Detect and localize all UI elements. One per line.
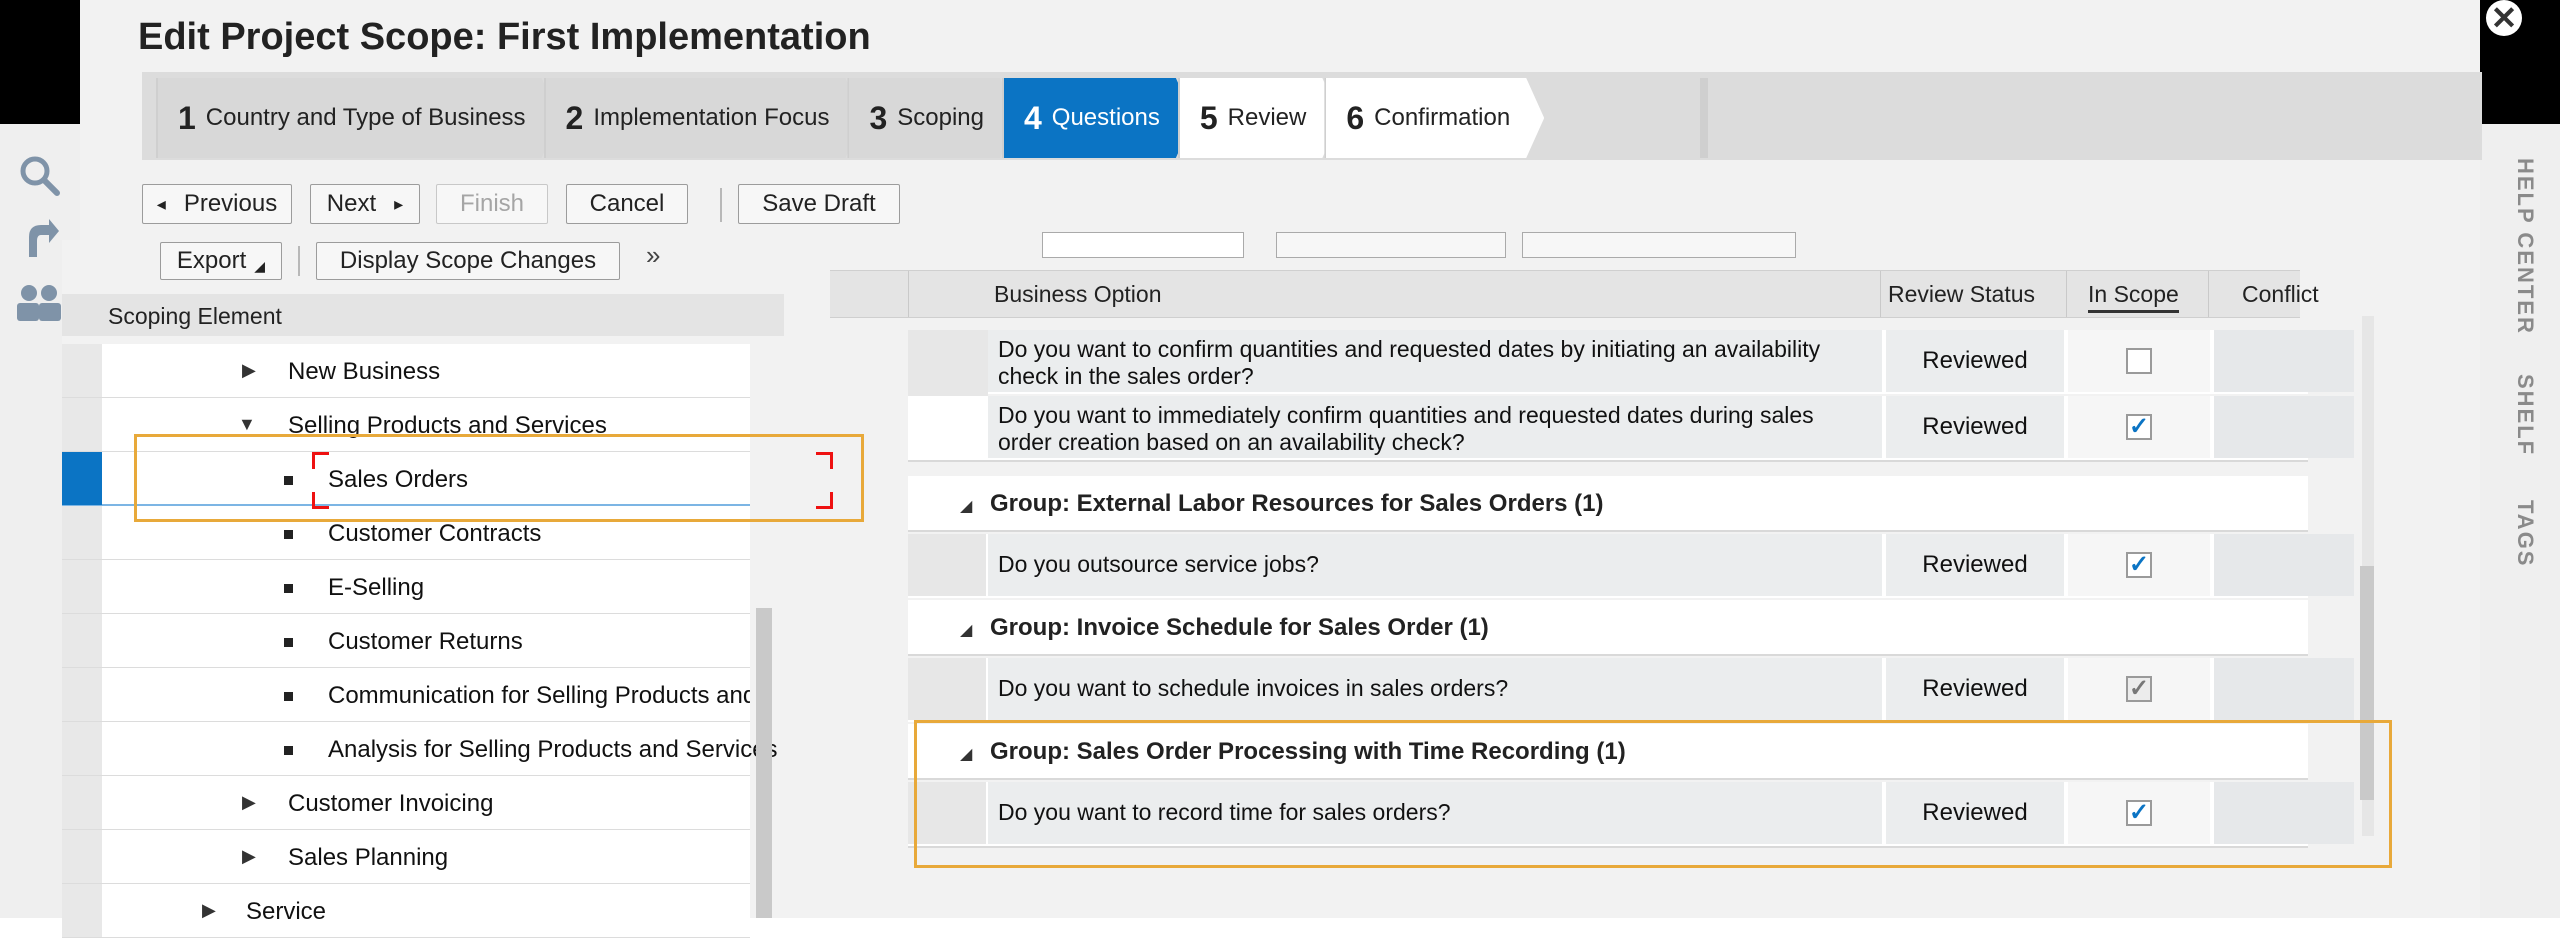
bullet-icon	[284, 746, 293, 755]
filter-button-2[interactable]	[1522, 232, 1796, 258]
chevron-right-icon: ▸	[394, 193, 404, 214]
tree-row-selling-products[interactable]: ▼ Selling Products and Services	[62, 398, 750, 452]
review-status: Reviewed	[1886, 658, 2064, 720]
chevron-left-icon: ◂	[156, 193, 166, 214]
focus-corner	[312, 492, 329, 509]
tree-scrollbar[interactable]	[756, 608, 772, 918]
bullet-icon	[284, 530, 293, 539]
group-row[interactable]: ◢ Group: External Labor Resources for Sa…	[908, 476, 2308, 532]
shelf-tab[interactable]: SHELF	[2512, 374, 2538, 456]
column-conflict[interactable]: Conflict	[2242, 281, 2319, 308]
caret-right-icon[interactable]: ▶	[242, 792, 256, 813]
in-scope-checkbox[interactable]: ✓	[2126, 552, 2152, 578]
dialog-title: Edit Project Scope: First Implementation	[138, 16, 871, 58]
group-row[interactable]: ◢ Group: Invoice Schedule for Sales Orde…	[908, 600, 2308, 656]
review-status: Reviewed	[1886, 534, 2064, 596]
caret-right-icon[interactable]: ▶	[242, 846, 256, 867]
display-filter-dropdown[interactable]	[1042, 232, 1244, 258]
collapse-panel-button[interactable]: »	[646, 240, 660, 271]
users-icon[interactable]	[14, 278, 64, 328]
tree-toolbar-separator	[298, 246, 300, 276]
step-label: Review	[1227, 104, 1307, 131]
column-review-status[interactable]: Review Status	[1888, 281, 2035, 308]
tree-row-e-selling[interactable]: E-Selling	[62, 560, 750, 614]
tree-row-sales-planning[interactable]: ▶ Sales Planning	[62, 830, 750, 884]
conflict-cell	[2214, 396, 2354, 458]
conflict-cell	[2214, 330, 2354, 392]
close-icon[interactable]: ✕	[2486, 0, 2522, 36]
pointer-icon[interactable]	[14, 214, 64, 264]
export-button[interactable]: Export ◢	[160, 242, 282, 280]
tags-tab[interactable]: TAGS	[2512, 500, 2538, 567]
in-scope-checkbox[interactable]: ✓	[2126, 414, 2152, 440]
search-icon[interactable]	[14, 150, 64, 200]
tree-row-customer-invoicing[interactable]: ▶ Customer Invoicing	[62, 776, 750, 830]
roadmap-step-3[interactable]: 3 Scoping	[847, 78, 1018, 158]
bullet-icon	[284, 638, 293, 647]
caret-right-icon[interactable]: ▶	[242, 360, 256, 381]
collapse-triangle-icon[interactable]: ◢	[960, 744, 972, 764]
roadmap-step-4[interactable]: 4 Questions	[1002, 78, 1194, 158]
bullet-icon	[284, 692, 293, 701]
in-scope-checkbox[interactable]: ✓	[2126, 676, 2152, 702]
caret-down-icon[interactable]: ▼	[238, 414, 256, 435]
roadmap-step-6[interactable]: 6 Confirmation	[1324, 78, 1544, 158]
tree-row-service[interactable]: ▶ Service	[62, 884, 750, 938]
focus-corner	[816, 452, 833, 469]
right-sidebar	[2480, 0, 2560, 918]
step-label: Questions	[1051, 104, 1160, 131]
group-row[interactable]: ◢ Group: Sales Order Processing with Tim…	[908, 724, 2308, 780]
table-row[interactable]: Do you want to confirm quantities and re…	[908, 330, 2354, 394]
review-status: Reviewed	[1886, 330, 2064, 392]
grid-header: Business Option Review Status In Scope C…	[830, 270, 2319, 318]
tree-row-sales-orders[interactable]: Sales Orders	[62, 452, 750, 506]
bullet-icon	[284, 476, 293, 485]
review-status: Reviewed	[1886, 396, 2064, 458]
roadmap-step-2[interactable]: 2 Implementation Focus	[544, 78, 864, 158]
cancel-button[interactable]: Cancel	[566, 184, 688, 224]
table-row[interactable]: Do you want to schedule invoices in sale…	[908, 658, 2354, 722]
caret-down-icon: ◢	[254, 257, 266, 274]
conflict-cell	[2214, 782, 2354, 844]
roadmap: 1 Country and Type of Business 2 Implement…	[142, 72, 2482, 160]
previous-button[interactable]: ◂ Previous	[142, 184, 292, 224]
table-row[interactable]: Do you outsource service jobs? Reviewed …	[908, 534, 2354, 598]
roadmap-end	[1700, 78, 1708, 158]
next-button[interactable]: Next ▸	[310, 184, 420, 224]
step-label: Implementation Focus	[593, 104, 830, 131]
collapse-triangle-icon[interactable]: ◢	[960, 620, 972, 640]
roadmap-step-1[interactable]: 1 Country and Type of Business	[156, 78, 560, 158]
step-label: Confirmation	[1374, 104, 1511, 131]
in-scope-checkbox[interactable]: ✓	[2126, 800, 2152, 826]
tree-row-communication[interactable]: Communication for Selling Products and S…	[62, 668, 750, 722]
display-scope-changes-button[interactable]: Display Scope Changes	[316, 242, 620, 280]
column-business-option[interactable]: Business Option	[994, 281, 1161, 308]
save-draft-button[interactable]: Save Draft	[738, 184, 900, 224]
tree-column-header: Scoping Element	[62, 294, 784, 336]
table-row[interactable]: Do you want to record time for sales ord…	[908, 782, 2354, 848]
finish-button[interactable]: Finish	[436, 184, 548, 224]
column-in-scope[interactable]: In Scope	[2088, 281, 2179, 313]
conflict-cell	[2214, 534, 2354, 596]
grid-scrollbar-thumb[interactable]	[2360, 566, 2374, 800]
tree-row-analysis[interactable]: Analysis for Selling Products and Servic…	[62, 722, 778, 776]
table-row[interactable]: Do you want to immediately confirm quant…	[908, 396, 2354, 462]
filter-button-1[interactable]	[1276, 232, 1506, 258]
step-label: Scoping	[897, 104, 984, 131]
tree-row-new-business[interactable]: ▶ New Business	[62, 344, 750, 398]
focus-corner	[816, 492, 833, 509]
tree-row-customer-contracts[interactable]: Customer Contracts	[62, 506, 750, 560]
collapse-triangle-icon[interactable]: ◢	[960, 496, 972, 516]
help-center-tab[interactable]: HELP CENTER	[2512, 158, 2538, 335]
roadmap-step-5[interactable]: 5 Review	[1178, 78, 1341, 158]
in-scope-checkbox[interactable]	[2126, 348, 2152, 374]
step-label: Country and Type of Business	[205, 104, 526, 131]
review-status: Reviewed	[1886, 782, 2064, 844]
tree-row-customer-returns[interactable]: Customer Returns	[62, 614, 750, 668]
toolbar-separator	[720, 188, 722, 222]
left-sidebar-top	[0, 0, 80, 124]
focus-corner	[312, 452, 329, 469]
conflict-cell	[2214, 658, 2354, 720]
bullet-icon	[284, 584, 293, 593]
